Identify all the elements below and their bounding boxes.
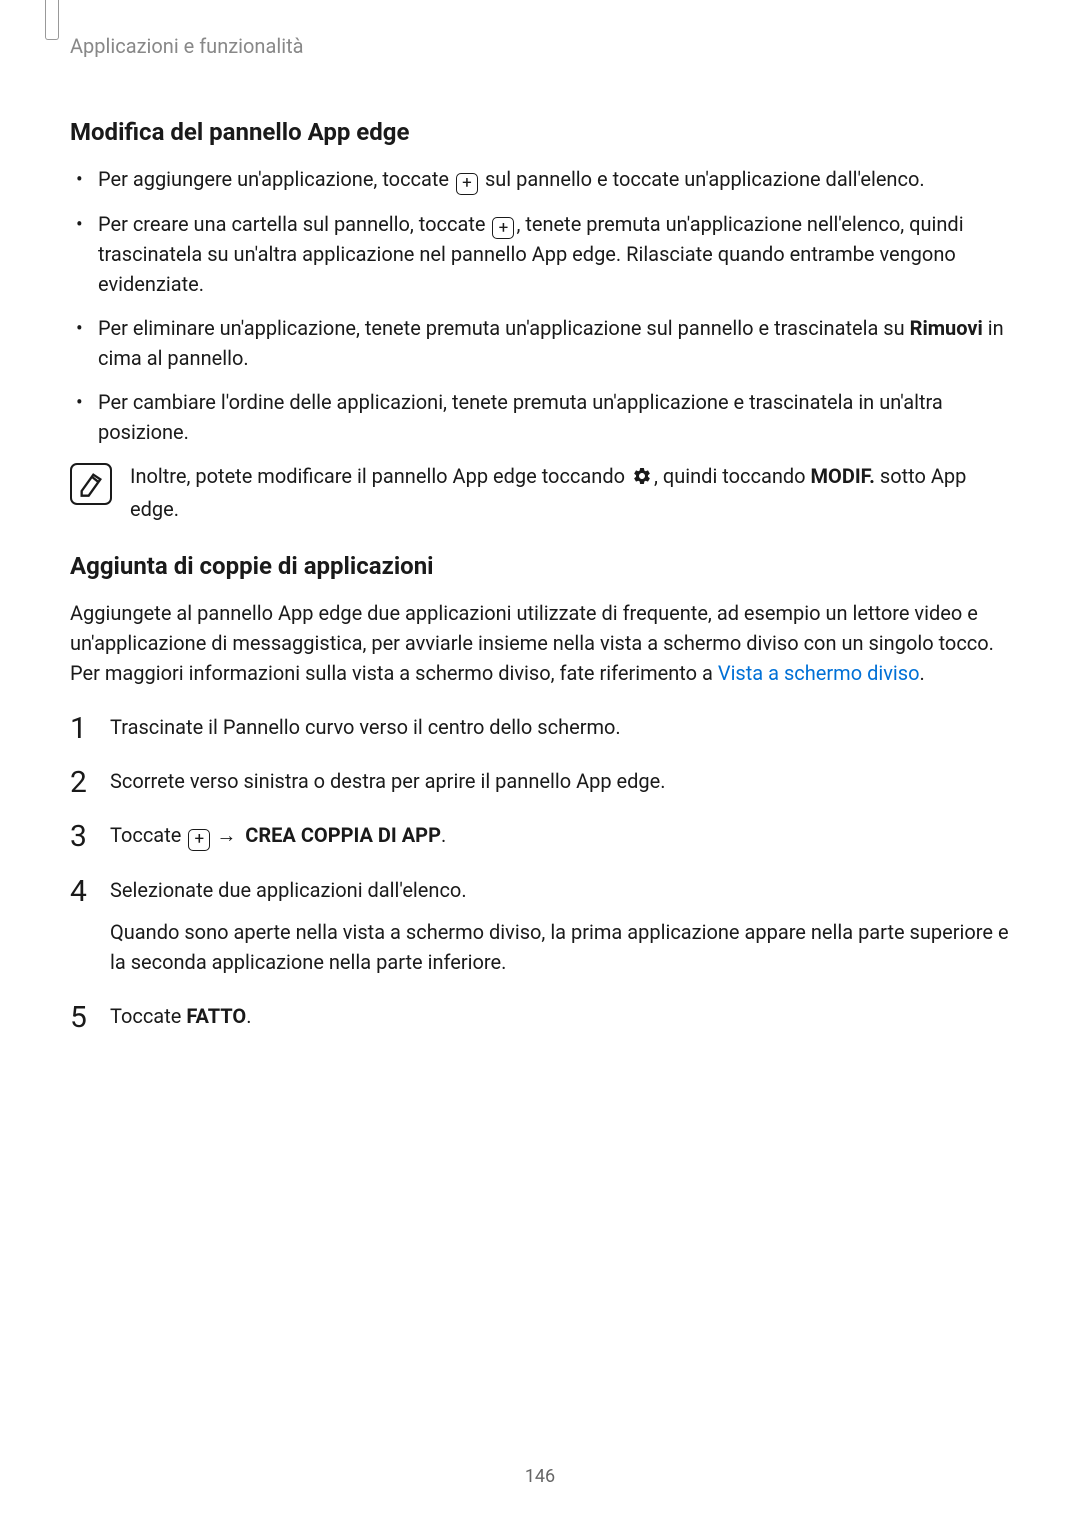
bullet-create-folder: Per creare una cartella sul pannello, to… [98,209,1010,300]
section-title-edit-panel: Modifica del pannello App edge [70,118,1010,146]
plus-icon: + [456,173,478,195]
note-icon [70,463,112,505]
text: , quindi toccando [654,464,811,488]
intro-paragraph: Aggiungete al pannello App edge due appl… [70,598,1010,688]
step-4-sub: Quando sono aperte nella vista a schermo… [110,917,1010,977]
bullet-list-edit-panel: Per aggiungere un'applicazione, toccate … [70,164,1010,447]
step-4: Selezionate due applicazioni dall'elenco… [70,875,1010,977]
text: . [920,661,925,685]
note-text: Inoltre, potete modificare il pannello A… [130,461,1010,524]
bold-text: CREA COPPIA DI APP [245,823,441,847]
bold-text: MODIF. [811,464,875,488]
gear-icon [632,464,652,494]
bullet-add-app: Per aggiungere un'applicazione, toccate … [98,164,1010,195]
text: Selezionate due applicazioni dall'elenco… [110,878,467,902]
bold-text: FATTO [186,1004,246,1028]
bullet-reorder-apps: Per cambiare l'ordine delle applicazioni… [98,387,1010,447]
arrow-icon: → [216,823,236,847]
section-title-app-pairs: Aggiunta di coppie di applicazioni [70,552,1010,580]
steps-list: Trascinate il Pannello curvo verso il ce… [70,712,1010,1031]
text: Toccate [110,1004,186,1028]
page-number: 146 [0,1466,1080,1487]
text: Per aggiungere un'applicazione, toccate [98,167,454,191]
text: . [246,1004,251,1028]
page-header-breadcrumb: Applicazioni e funzionalità [70,34,304,58]
text: . [441,823,446,847]
step-2: Scorrete verso sinistra o destra per apr… [70,766,1010,796]
text: Toccate [110,823,186,847]
text: Per creare una cartella sul pannello, to… [98,212,490,236]
link-split-view[interactable]: Vista a schermo diviso [718,661,920,685]
tab-marker [45,0,59,40]
text: sul pannello e toccate un'applicazione d… [480,167,925,191]
bold-text: Rimuovi [910,316,983,340]
bullet-remove-app: Per eliminare un'applicazione, tenete pr… [98,313,1010,373]
note-box: Inoltre, potete modificare il pannello A… [70,461,1010,524]
text: Per eliminare un'applicazione, tenete pr… [98,316,910,340]
plus-icon: + [492,217,514,239]
plus-icon: + [188,829,210,851]
page-content: Modifica del pannello App edge Per aggiu… [70,100,1010,1055]
step-1: Trascinate il Pannello curvo verso il ce… [70,712,1010,742]
text: Inoltre, potete modificare il pannello A… [130,464,630,488]
step-5: Toccate FATTO. [70,1001,1010,1031]
step-3: Toccate + → CREA COPPIA DI APP. [70,820,1010,851]
